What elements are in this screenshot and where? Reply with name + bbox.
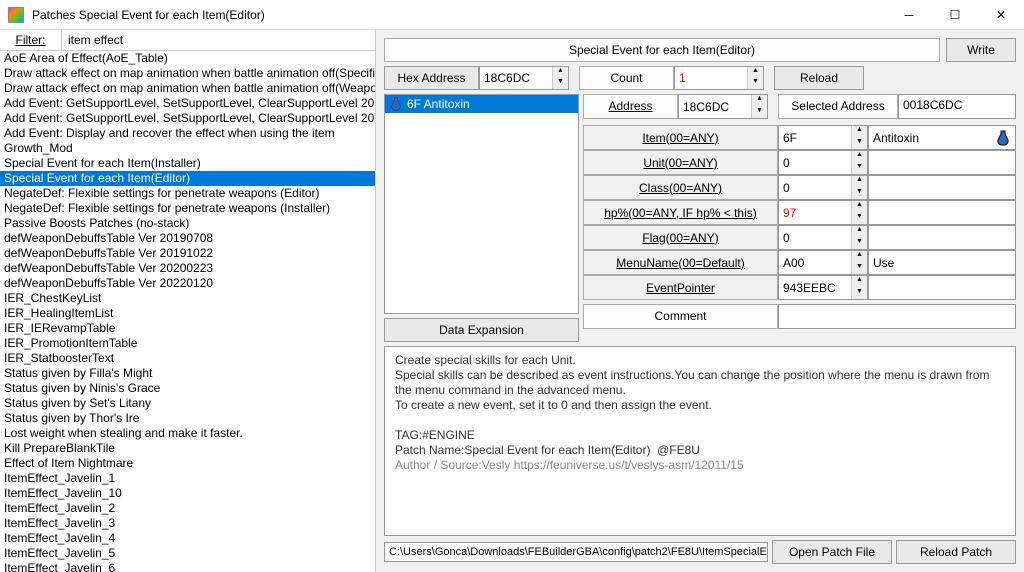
list-item[interactable]: NegateDef: Flexible settings for penetra…: [0, 201, 375, 216]
count-input[interactable]: [675, 67, 747, 89]
field-text-event[interactable]: [868, 275, 1016, 300]
list-item[interactable]: Effect of Item Nightmare: [0, 456, 375, 471]
list-item[interactable]: IER_PromotionItemTable: [0, 336, 375, 351]
list-item[interactable]: Draw attack effect on map animation when…: [0, 81, 375, 96]
maximize-button[interactable]: ☐: [932, 0, 978, 30]
right-panel: Special Event for each Item(Editor) Writ…: [376, 30, 1024, 572]
list-item[interactable]: Kill PrepareBlankTile: [0, 441, 375, 456]
list-item[interactable]: ItemEffect_Javelin_4: [0, 531, 375, 546]
write-button[interactable]: Write: [946, 38, 1016, 62]
list-item[interactable]: ItemEffect_Javelin_5: [0, 546, 375, 561]
data-expansion-button[interactable]: Data Expansion: [384, 318, 579, 342]
reload-patch-button[interactable]: Reload Patch: [896, 540, 1016, 564]
path-box[interactable]: C:\Users\Gonca\Downloads\FEBuilderGBA\co…: [384, 542, 768, 562]
field-input-event[interactable]: [779, 276, 851, 299]
field-input-item[interactable]: [779, 126, 851, 149]
list-item[interactable]: IER_ChestKeyList: [0, 291, 375, 306]
list-item[interactable]: Growth_Mod: [0, 141, 375, 156]
field-text-menu[interactable]: Use: [868, 250, 1016, 275]
item-list-row-label: 6F Antitoxin: [407, 97, 470, 111]
list-item[interactable]: ItemEffect_Javelin_2: [0, 501, 375, 516]
list-item[interactable]: Status given by Ninis's Grace: [0, 381, 375, 396]
item-list[interactable]: 6F Antitoxin: [384, 94, 579, 314]
field-text-class[interactable]: [868, 175, 1016, 200]
list-item[interactable]: defWeaponDebuffsTable Ver 20190708: [0, 231, 375, 246]
field-text-hp[interactable]: [868, 200, 1016, 225]
hex-address-input[interactable]: [480, 67, 552, 89]
list-item[interactable]: AoE Area of Effect(AoE_Table): [0, 51, 375, 66]
comment-label: Comment: [583, 304, 778, 329]
down-arrow-icon[interactable]: ▼: [748, 78, 763, 89]
field-label-item: Item(00=ANY): [583, 125, 778, 150]
description-box[interactable]: Create special skills for each Unit. Spe…: [384, 346, 1016, 536]
list-item[interactable]: ItemEffect_Javelin_1: [0, 471, 375, 486]
list-item[interactable]: NegateDef: Flexible settings for penetra…: [0, 186, 375, 201]
list-item[interactable]: defWeaponDebuffsTable Ver 20191022: [0, 246, 375, 261]
field-input-flag[interactable]: [779, 226, 851, 249]
reload-button[interactable]: Reload: [774, 66, 864, 90]
field-text-item[interactable]: Antitoxin: [868, 125, 1016, 150]
list-item[interactable]: ItemEffect_Javelin_10: [0, 486, 375, 501]
up-arrow-icon[interactable]: ▲: [748, 67, 763, 78]
panel-title: Special Event for each Item(Editor): [384, 38, 940, 62]
open-patch-button[interactable]: Open Patch File: [772, 540, 892, 564]
titlebar: Patches Special Event for each Item(Edit…: [0, 0, 1024, 30]
list-item[interactable]: Special Event for each Item(Installer): [0, 156, 375, 171]
list-item[interactable]: Draw attack effect on map animation when…: [0, 66, 375, 81]
list-item[interactable]: IER_StatboosterText: [0, 351, 375, 366]
list-item[interactable]: ItemEffect_Javelin_6: [0, 561, 375, 572]
item-list-row[interactable]: 6F Antitoxin: [385, 95, 578, 113]
field-input-unit[interactable]: [779, 151, 851, 174]
potion-icon: [995, 130, 1011, 146]
address-input[interactable]: [679, 95, 751, 118]
list-item[interactable]: Lost weight when stealing and make it fa…: [0, 426, 375, 441]
field-label-unit: Unit(00=ANY): [583, 150, 778, 175]
field-input-hp[interactable]: [779, 201, 851, 224]
list-item[interactable]: Status given by Thor's Ire: [0, 411, 375, 426]
field-input-menu[interactable]: [779, 251, 851, 274]
selected-address-label: Selected Address: [778, 94, 898, 119]
list-item[interactable]: Add Event: Display and recover the effec…: [0, 126, 375, 141]
field-text-unit[interactable]: [868, 150, 1016, 175]
left-panel: Filter: AoE Area of Effect(AoE_Table)Dra…: [0, 30, 376, 572]
filter-label[interactable]: Filter:: [0, 30, 62, 50]
list-item[interactable]: defWeaponDebuffsTable Ver 20220120: [0, 276, 375, 291]
list-item[interactable]: IER_IERevampTable: [0, 321, 375, 336]
field-label-hp: hp%(00=ANY, IF hp% < this): [583, 200, 778, 225]
window-title: Patches Special Event for each Item(Edit…: [32, 8, 886, 22]
field-label-event: EventPointer: [583, 275, 778, 300]
close-button[interactable]: ✕: [978, 0, 1024, 30]
patch-list[interactable]: AoE Area of Effect(AoE_Table)Draw attack…: [0, 51, 375, 572]
app-icon: [8, 7, 24, 23]
comment-input[interactable]: [778, 304, 1016, 329]
count-label: Count: [579, 66, 674, 90]
list-item[interactable]: Add Event: GetSupportLevel, SetSupportLe…: [0, 96, 375, 111]
address-label: Address: [583, 94, 678, 119]
list-item[interactable]: ItemEffect_Javelin_3: [0, 516, 375, 531]
up-arrow-icon[interactable]: ▲: [553, 67, 568, 78]
list-item[interactable]: Special Event for each Item(Editor): [0, 171, 375, 186]
list-item[interactable]: Status given by Filla's Might: [0, 366, 375, 381]
field-input-class[interactable]: [779, 176, 851, 199]
list-item[interactable]: IER_HealingItemList: [0, 306, 375, 321]
list-item[interactable]: Status given by Set's Litany: [0, 396, 375, 411]
field-label-flag: Flag(00=ANY): [583, 225, 778, 250]
field-label-menu: MenuName(00=Default): [583, 250, 778, 275]
list-item[interactable]: Passive Boosts Patches (no-stack): [0, 216, 375, 231]
minimize-button[interactable]: ─: [886, 0, 932, 30]
hex-address-label[interactable]: Hex Address: [384, 66, 479, 90]
field-label-class: Class(00=ANY): [583, 175, 778, 200]
down-arrow-icon[interactable]: ▼: [553, 78, 568, 89]
filter-input[interactable]: [62, 30, 375, 50]
potion-icon: [389, 97, 403, 111]
selected-address-value: 0018C6DC: [898, 94, 1016, 119]
list-item[interactable]: Add Event: GetSupportLevel, SetSupportLe…: [0, 111, 375, 126]
field-text-flag[interactable]: [868, 225, 1016, 250]
list-item[interactable]: defWeaponDebuffsTable Ver 20200223: [0, 261, 375, 276]
